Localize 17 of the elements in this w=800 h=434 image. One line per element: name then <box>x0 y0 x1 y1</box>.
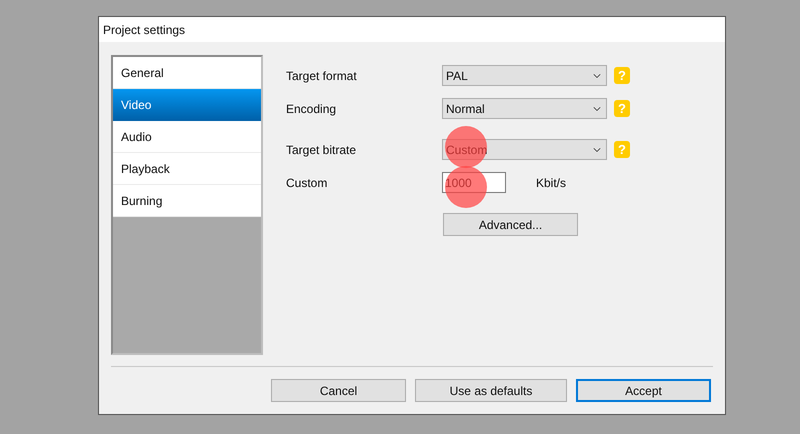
sidebar-item[interactable]: Audio <box>113 121 261 153</box>
dropdown[interactable]: Normal <box>442 98 607 119</box>
sidebar-item[interactable]: Playback <box>113 153 261 185</box>
dropdown[interactable]: PAL <box>442 65 607 86</box>
dialog-button[interactable]: Accept <box>576 379 711 402</box>
advanced-button[interactable]: Advanced... <box>443 213 578 236</box>
unit-label: Kbit/s <box>536 174 566 192</box>
sidebar-item[interactable]: General <box>113 57 261 89</box>
field-label: Encoding <box>286 100 338 118</box>
dialog-button[interactable]: Cancel <box>271 379 406 402</box>
field-label: Custom <box>286 174 328 192</box>
dialog-button[interactable]: Use as defaults <box>415 379 567 402</box>
sidebar-item[interactable]: Burning <box>113 185 261 217</box>
sidebar-item[interactable]: Video <box>113 89 261 121</box>
field-label: Target bitrate <box>286 142 358 158</box>
field-label: Target format <box>286 68 358 84</box>
window-title: Project settings <box>99 17 725 42</box>
